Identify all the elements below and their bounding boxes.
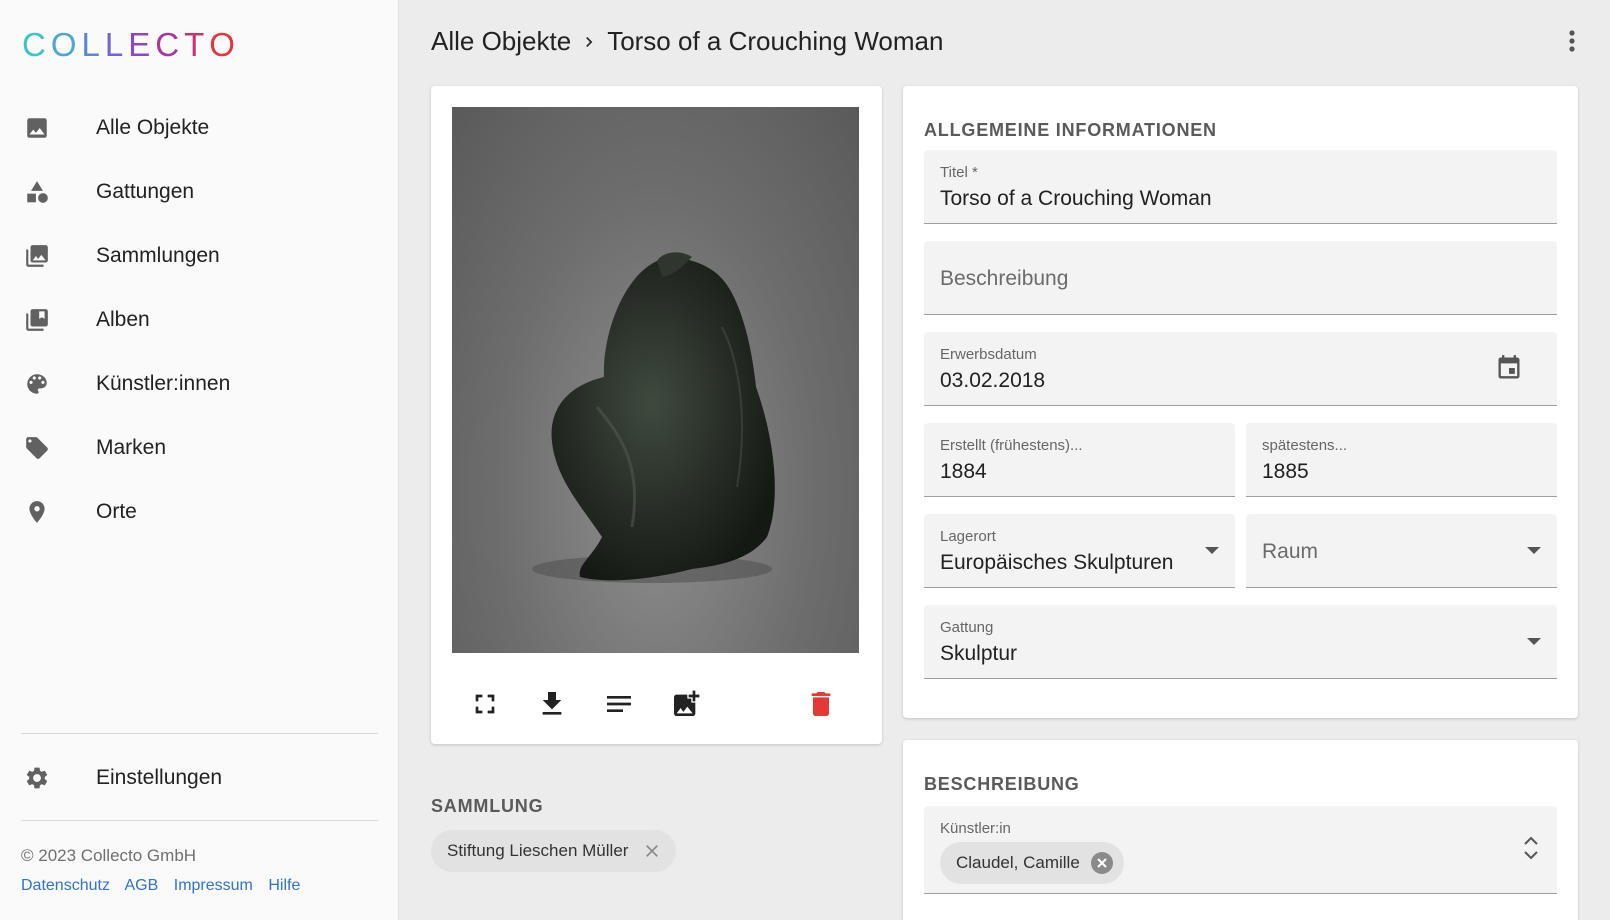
logo-letter: C <box>22 26 51 63</box>
field-value: Torso of a Crouching Woman <box>940 187 1212 210</box>
dropdown-arrow-icon <box>1205 547 1219 554</box>
logo-letter: O <box>209 26 240 63</box>
link-datenschutz[interactable]: Datenschutz <box>21 877 110 894</box>
sidebar-item-label: Orte <box>96 500 137 523</box>
gattung-select[interactable]: Gattung Skulptur <box>924 605 1557 679</box>
link-impressum[interactable]: Impressum <box>174 877 253 894</box>
logo-letter: T <box>184 26 210 63</box>
beschreibung-field[interactable]: Beschreibung <box>924 241 1557 315</box>
sidebar: COLLECTO Alle Objekte Gattungen Sammlung… <box>0 0 399 920</box>
download-icon[interactable] <box>536 688 568 720</box>
title-field[interactable]: Titel * Torso of a Crouching Woman <box>924 150 1557 224</box>
logo-letter: C <box>155 26 185 63</box>
chip-label: Stiftung Lieschen Müller <box>447 841 629 860</box>
link-hilfe[interactable]: Hilfe <box>268 877 300 894</box>
breadcrumb-current: Torso of a Crouching Woman <box>607 26 944 56</box>
link-agb[interactable]: AGB <box>125 877 159 894</box>
erstellt-fruehestens-field[interactable]: Erstellt (frühestens)... 1884 <box>924 423 1235 497</box>
fullscreen-icon[interactable] <box>469 688 501 720</box>
more-vert-icon[interactable] <box>1562 26 1582 56</box>
sidebar-item-kuenstler[interactable]: Künstler:innen <box>0 352 399 416</box>
sidebar-item-einstellungen[interactable]: Einstellungen <box>0 746 399 810</box>
description-card: BESCHREIBUNG Künstler:in Claudel, Camill… <box>903 740 1578 920</box>
sidebar-item-sammlungen[interactable]: Sammlungen <box>0 224 399 288</box>
close-icon[interactable] <box>642 841 662 861</box>
sidebar-item-label: Künstler:innen <box>96 372 231 395</box>
field-label: Erwerbsdatum <box>940 346 1037 363</box>
dropdown-arrow-icon <box>1527 547 1541 554</box>
sidebar-item-orte[interactable]: Orte <box>0 480 399 544</box>
breadcrumb-root[interactable]: Alle Objekte <box>431 26 571 57</box>
cancel-icon[interactable] <box>1090 851 1114 875</box>
notes-icon[interactable] <box>603 688 635 720</box>
field-value: Skulptur <box>940 642 1018 665</box>
breadcrumb: Alle Objekte Torso of a Crouching Woman <box>431 26 943 57</box>
sidebar-item-label: Einstellungen <box>96 766 223 789</box>
image-icon <box>27 118 47 138</box>
gear-icon <box>26 767 48 789</box>
sidebar-item-marken[interactable]: Marken <box>0 416 399 480</box>
field-value: 03.02.2018 <box>940 369 1046 392</box>
logo-letter: O <box>50 26 82 63</box>
image-card <box>431 86 882 744</box>
logo-letter: L <box>104 26 129 63</box>
sidebar-item-label: Alben <box>96 308 150 331</box>
image-actions-toolbar <box>431 680 882 730</box>
sidebar-item-label: Sammlungen <box>96 244 220 267</box>
sidebar-divider <box>21 820 378 821</box>
category-icon <box>27 181 48 203</box>
chevron-right-icon <box>586 36 593 47</box>
field-placeholder: Raum <box>1262 540 1319 563</box>
field-label: Künstler:in <box>940 820 1011 837</box>
location-pin-icon <box>29 501 45 523</box>
collection-chip[interactable]: Stiftung Lieschen Müller <box>431 830 677 872</box>
sidebar-nav: Alle Objekte Gattungen Sammlungen Alben … <box>0 96 399 544</box>
field-label: Gattung <box>940 619 994 636</box>
logo-letter: L <box>81 26 105 63</box>
erwerbsdatum-field[interactable]: Erwerbsdatum 03.02.2018 <box>924 332 1557 406</box>
field-label: spätestens... <box>1262 437 1348 454</box>
sidebar-item-label: Marken <box>96 436 167 459</box>
sidebar-item-alle-objekte[interactable]: Alle Objekte <box>0 96 399 160</box>
description-title: BESCHREIBUNG <box>924 774 1080 794</box>
sidebar-item-label: Gattungen <box>96 180 195 203</box>
raum-select[interactable]: Raum <box>1246 514 1557 588</box>
collection-section-title: SAMMLUNG <box>431 796 544 816</box>
chip-label: Claudel, Camille <box>956 853 1080 872</box>
photo-library-icon <box>26 245 48 267</box>
field-label: Erstellt (frühestens)... <box>940 437 1083 454</box>
dropdown-arrow-icon <box>1527 638 1541 645</box>
library-books-icon <box>26 309 48 331</box>
sidebar-item-gattungen[interactable]: Gattungen <box>0 160 399 224</box>
sidebar-divider <box>21 733 378 734</box>
sidebar-item-alben[interactable]: Alben <box>0 288 399 352</box>
tag-icon <box>26 437 48 459</box>
field-value: Europäisches Skulpturen <box>940 551 1174 574</box>
calendar-icon[interactable] <box>1495 354 1523 382</box>
field-label: Titel * <box>940 164 978 181</box>
spaetestens-field[interactable]: spätestens... 1885 <box>1246 423 1557 497</box>
general-info-title: ALLGEMEINE INFORMATIONEN <box>924 120 1217 140</box>
palette-icon <box>27 374 47 394</box>
kuenstler-field[interactable]: Künstler:in Claudel, Camille <box>924 806 1557 894</box>
unfold-icon[interactable] <box>1523 834 1539 862</box>
object-photo[interactable] <box>452 107 859 653</box>
artist-chip[interactable]: Claudel, Camille <box>940 842 1124 884</box>
lagerort-select[interactable]: Lagerort Europäisches Skulpturen <box>924 514 1235 588</box>
sculpture-image <box>532 252 775 583</box>
field-value: 1884 <box>940 460 987 483</box>
delete-icon[interactable] <box>805 688 837 720</box>
field-label: Lagerort <box>940 528 996 545</box>
collecto-logo[interactable]: COLLECTO <box>22 26 240 64</box>
footer-links: Datenschutz AGB Impressum Hilfe <box>21 877 311 895</box>
add-image-icon[interactable] <box>670 688 702 720</box>
logo-letter: E <box>128 26 156 63</box>
sidebar-item-label: Alle Objekte <box>96 116 210 139</box>
general-info-card: ALLGEMEINE INFORMATIONEN Titel * Torso o… <box>903 86 1578 718</box>
copyright-text: © 2023 Collecto GmbH <box>21 846 197 865</box>
field-placeholder: Beschreibung <box>940 267 1069 290</box>
field-value: 1885 <box>1262 460 1309 483</box>
